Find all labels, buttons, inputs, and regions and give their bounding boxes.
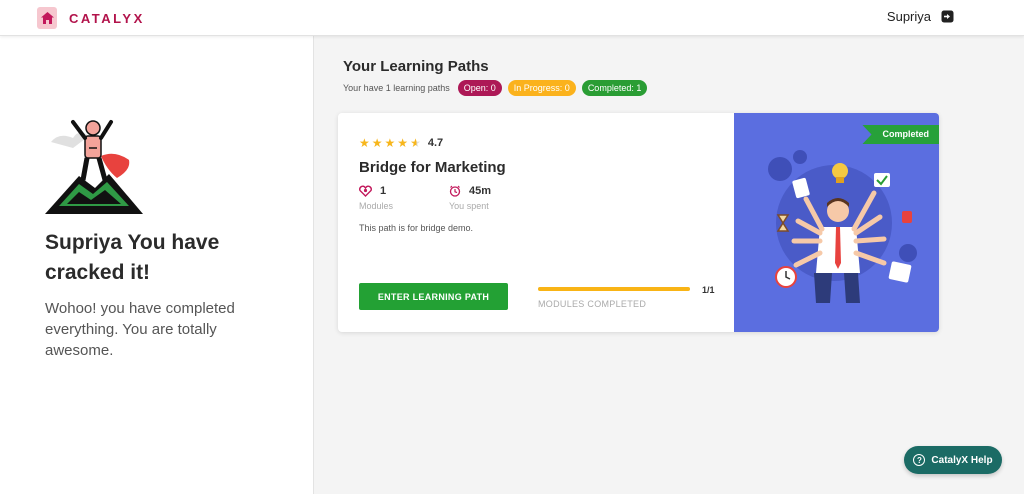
learning-path-card: ★ ★ ★ ★ ★ 4.7 Bridge for Marketing 1 Mod… [338, 113, 939, 332]
rating: ★ ★ ★ ★ ★ 4.7 [359, 137, 443, 149]
brand-name: CATALYX [69, 10, 145, 26]
modules-label: Modules [359, 201, 394, 211]
path-description: This path is for bridge demo. [359, 223, 474, 233]
help-icon: ? [913, 454, 926, 466]
top-bar: CATALYX Supriya [0, 0, 1024, 36]
completed-badge[interactable]: Completed: 1 [581, 80, 648, 96]
brand[interactable]: CATALYX [37, 7, 145, 29]
open-badge[interactable]: Open: 0 [457, 80, 502, 96]
half-star-icon: ★ [410, 136, 421, 150]
congrats-message: Wohoo! you have completed everything. Yo… [45, 300, 235, 359]
learning-path-summary: Your have 1 learning paths Open: 0 In Pr… [343, 80, 648, 96]
user-name: Supriya [886, 9, 931, 24]
modules-icon [359, 185, 372, 197]
clock-icon [449, 185, 461, 197]
summary-text: Your have 1 learning paths [343, 83, 450, 93]
user-menu[interactable]: Supriya [887, 9, 954, 24]
star-icon: ★ [371, 136, 383, 150]
left-panel: Supriya You have cracked it! Wohoo! you … [0, 36, 314, 494]
progress-label: MODULES COMPLETED [538, 299, 647, 309]
multitask-illustration: Completed [734, 113, 939, 332]
progress-fill [538, 287, 690, 291]
completed-ribbon: Completed [862, 125, 939, 144]
section-title: Your Learning Paths [343, 58, 489, 75]
enter-learning-path-button[interactable]: ENTER LEARNING PATH [359, 283, 508, 310]
logout-icon[interactable] [941, 10, 954, 23]
time-stat: 45m You spent [449, 185, 491, 211]
modules-stat: 1 Modules [359, 185, 393, 211]
in-progress-badge[interactable]: In Progress: 0 [507, 80, 576, 96]
star-icon: ★ [359, 136, 370, 150]
star-icon: ★ [397, 136, 409, 150]
rating-value: 4.7 [427, 137, 444, 149]
congrats-title: Supriya You have cracked it! [45, 231, 220, 284]
time-label: You spent [449, 201, 489, 211]
progress-bar [538, 287, 690, 291]
trophy-illustration [45, 120, 143, 214]
progress-count: 1/1 [702, 285, 715, 295]
multitask-illustration-art [768, 150, 917, 303]
time-value: 45m [469, 185, 492, 197]
home-icon[interactable] [37, 7, 57, 29]
star-icon: ★ [384, 136, 396, 150]
modules-value: 1 [380, 185, 387, 197]
help-button[interactable]: ? CatalyX Help [904, 446, 1002, 474]
help-label: CatalyX Help [931, 454, 993, 466]
path-title: Bridge for Marketing [359, 159, 506, 176]
